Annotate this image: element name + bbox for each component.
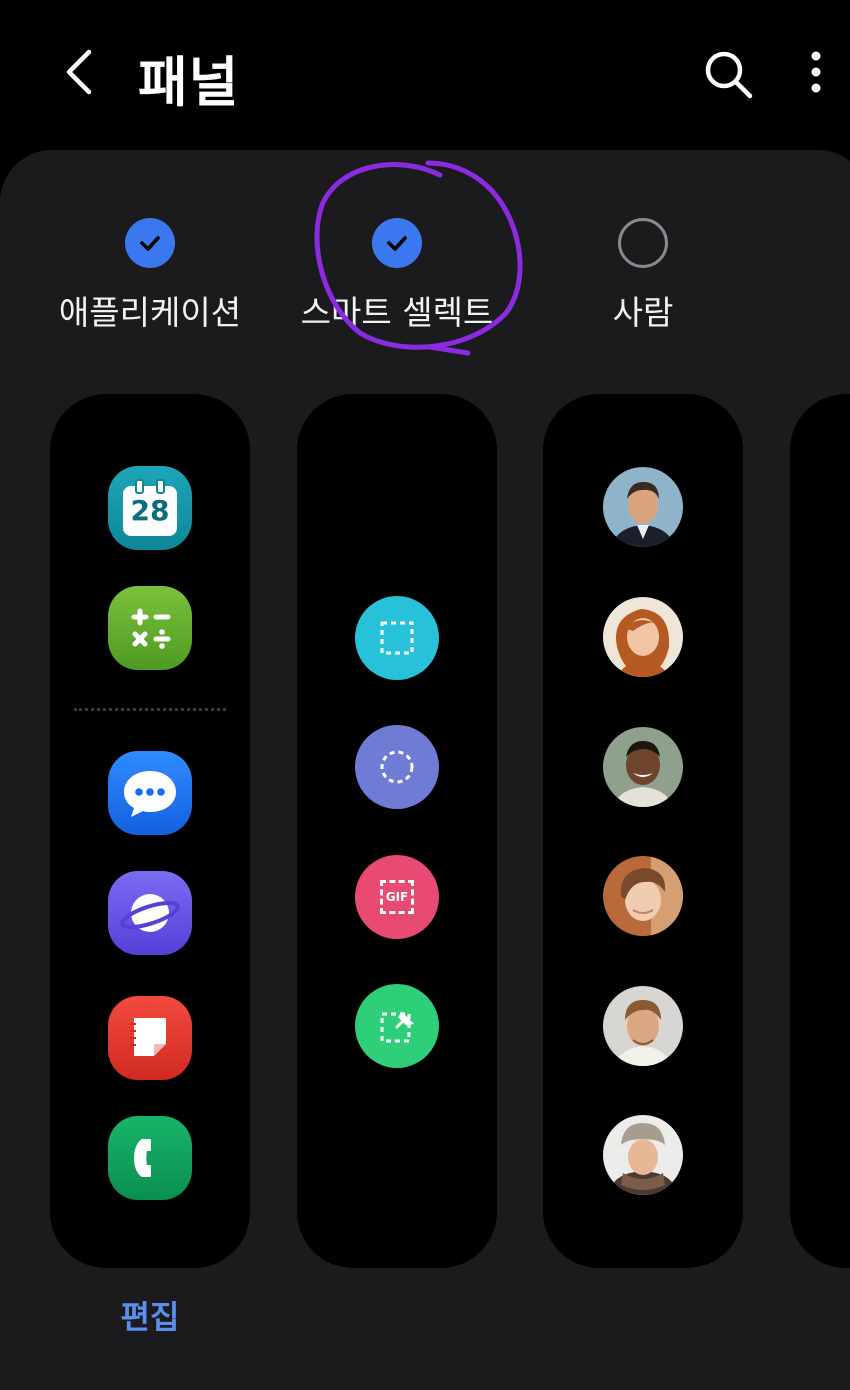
avatar-portrait <box>603 727 683 807</box>
more-vert-icon <box>811 51 821 93</box>
phone-icon[interactable] <box>108 1116 192 1200</box>
avatar-portrait <box>603 986 683 1066</box>
calculator-symbols <box>131 608 171 649</box>
dashed-rectangle <box>380 621 414 655</box>
pin-to-screen-icon[interactable] <box>355 984 439 1068</box>
contact-avatar[interactable] <box>603 727 683 807</box>
app-bar: 패널 <box>0 0 850 150</box>
calendar-ring-right <box>156 479 165 494</box>
back-arrow-icon <box>66 49 92 95</box>
handset <box>134 1139 151 1177</box>
back-button[interactable] <box>55 42 115 102</box>
note-page <box>130 1018 166 1056</box>
calendar-day: 28 <box>130 494 170 527</box>
panel-header-apps[interactable]: 애플리케이션 <box>27 218 273 334</box>
contact-avatar[interactable] <box>603 856 683 936</box>
avatar-portrait <box>603 856 683 936</box>
oval-select-icon[interactable] <box>355 725 439 809</box>
planet-symbol <box>120 894 180 932</box>
search-icon <box>705 51 753 99</box>
messages-icon[interactable] <box>108 751 192 835</box>
edit-button[interactable]: 편집 <box>90 1292 210 1338</box>
panel-card-smart-select[interactable]: GIF <box>297 394 497 1268</box>
panel-card-people[interactable] <box>543 394 743 1268</box>
calendar-icon[interactable]: 28 <box>108 466 192 550</box>
check-icon <box>387 236 407 251</box>
avatar-portrait <box>603 467 683 547</box>
calculator-icon[interactable] <box>108 586 192 670</box>
contact-avatar[interactable] <box>603 467 683 547</box>
panel-label-apps: 애플리케이션 <box>58 293 242 332</box>
page-title: 패널 <box>138 51 240 114</box>
dashed-circle <box>380 750 414 784</box>
panel-card-apps[interactable]: 28 <box>50 394 250 1268</box>
panel-checkbox-people[interactable] <box>618 218 668 268</box>
notes-icon[interactable] <box>108 996 192 1080</box>
panel-checkbox-apps[interactable] <box>125 218 175 268</box>
contact-avatar[interactable] <box>603 1115 683 1195</box>
panel-checkbox-smart-select[interactable] <box>372 218 422 268</box>
avatar-portrait <box>603 1115 683 1195</box>
panel-card-partial[interactable] <box>790 394 850 1268</box>
avatar-portrait <box>603 597 683 677</box>
calendar-page: 28 <box>123 479 177 536</box>
gif-label: GIF <box>385 890 409 904</box>
panel-divider <box>74 708 226 711</box>
animation-gif-icon[interactable]: GIF <box>355 855 439 939</box>
contact-avatar[interactable] <box>603 986 683 1066</box>
chat-bubble <box>124 771 176 817</box>
panel-label-people: 사람 <box>612 293 674 332</box>
search-button[interactable] <box>700 46 756 102</box>
panel-header-smart-select[interactable]: 스마트 셀렉트 <box>274 218 520 334</box>
panel-label-smart-select: 스마트 셀렉트 <box>300 293 494 332</box>
rectangle-select-icon[interactable] <box>355 596 439 680</box>
internet-browser-icon[interactable] <box>108 871 192 955</box>
calendar-ring-left <box>135 479 144 494</box>
check-icon <box>140 236 160 251</box>
pin-frame <box>380 1011 414 1043</box>
contact-avatar[interactable] <box>603 597 683 677</box>
gif-frame: GIF <box>380 880 414 914</box>
panel-header-people[interactable]: 사람 <box>520 218 766 334</box>
more-options-button[interactable] <box>796 46 836 102</box>
